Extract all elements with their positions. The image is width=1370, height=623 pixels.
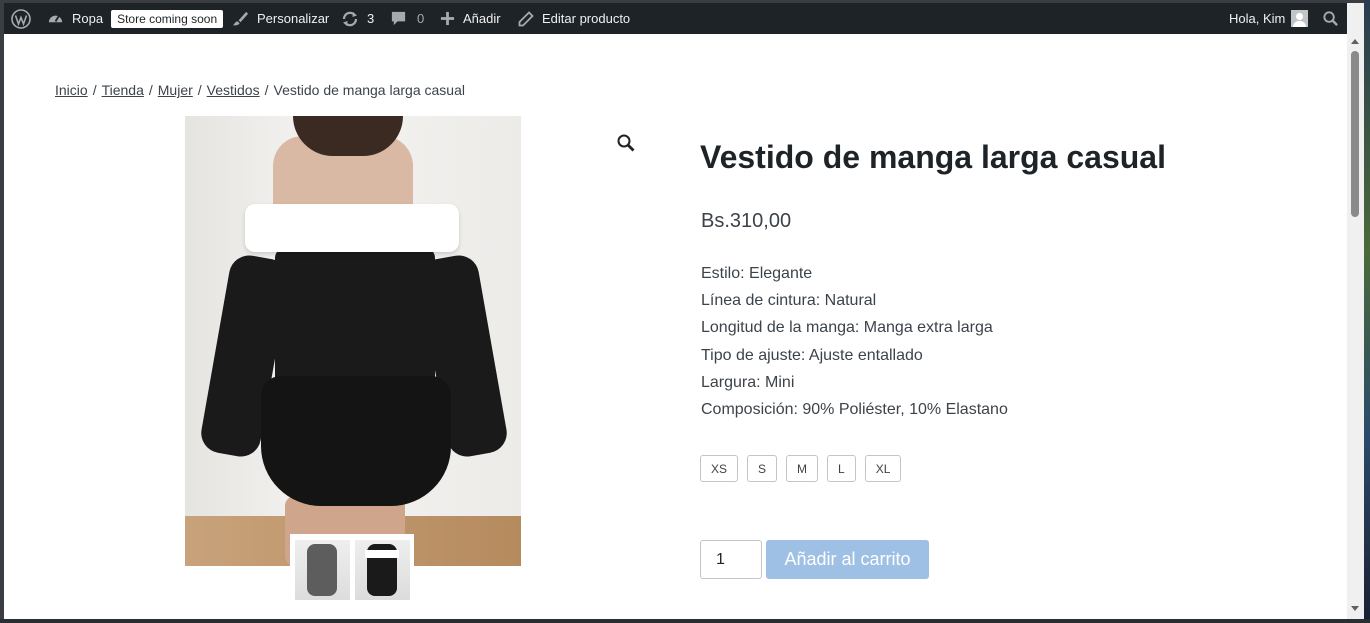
edit-product-label: Editar producto [542, 11, 631, 26]
breadcrumb-separator: / [197, 82, 202, 98]
attribute-length: Largura: Mini [701, 373, 795, 391]
add-to-cart-button[interactable]: Añadir al carrito [766, 540, 929, 579]
attribute-waistline: Línea de cintura: Natural [701, 292, 877, 310]
updates-count: 3 [367, 11, 375, 26]
wordpress-logo-icon[interactable] [11, 3, 33, 34]
desktop-background-edge [1364, 0, 1370, 623]
comments-link[interactable]: 0 [390, 3, 424, 34]
page-scrollbar[interactable] [1347, 3, 1364, 619]
size-option-xs[interactable]: XS [700, 455, 739, 482]
pencil-icon [518, 10, 534, 27]
admin-bar: Ropa Store coming soon Personalizar 3 0 … [4, 3, 1347, 34]
size-selector: XS S M L XL [700, 455, 902, 482]
attribute-composition: Composición: 90% Poliéster, 10% Elastano [701, 401, 1008, 419]
breadcrumb-home-link[interactable]: Inicio [55, 82, 88, 98]
browser-window: Ropa Store coming soon Personalizar 3 0 … [4, 3, 1347, 619]
avatar [1291, 10, 1309, 27]
customize-label: Personalizar [257, 11, 330, 26]
window-bottom-edge [0, 619, 1370, 623]
edit-product-link[interactable]: Editar producto [518, 3, 630, 34]
scroll-up-arrow-icon[interactable] [1351, 39, 1359, 44]
breadcrumb: Inicio / Tienda / Mujer / Vestidos / Vestido de … [55, 82, 465, 98]
greeting-label: Hola, Kim [1229, 11, 1286, 26]
gallery-thumbnail[interactable] [295, 540, 350, 600]
breadcrumb-separator: / [92, 82, 97, 98]
breadcrumb-separator: / [264, 82, 269, 98]
size-option-xl[interactable]: XL [864, 455, 902, 482]
breadcrumb-separator: / [148, 82, 153, 98]
zoom-magnifier-icon[interactable] [616, 133, 638, 155]
updates-link[interactable]: 3 [341, 3, 374, 34]
add-new-label: Añadir [463, 11, 501, 26]
plus-icon [440, 11, 455, 26]
gallery-thumbnails [290, 534, 414, 600]
search-icon [1322, 10, 1339, 27]
search-button[interactable] [1322, 3, 1339, 34]
site-name-menu[interactable]: Ropa Store coming soon [47, 3, 224, 34]
size-option-l[interactable]: L [827, 455, 856, 482]
comment-bubble-icon [390, 10, 407, 27]
dashboard-gauge-icon [47, 10, 64, 27]
breadcrumb-dresses-link[interactable]: Vestidos [207, 82, 260, 98]
attribute-style: Estilo: Elegante [701, 265, 813, 282]
add-new-link[interactable]: Añadir [440, 3, 501, 34]
product-price: Bs.310,00 [701, 210, 792, 232]
breadcrumb-women-link[interactable]: Mujer [158, 82, 193, 98]
product-main-image[interactable] [185, 116, 521, 566]
paintbrush-icon [232, 10, 249, 27]
site-name-label: Ropa [72, 11, 104, 26]
updates-refresh-icon [341, 10, 359, 28]
customize-link[interactable]: Personalizar [232, 3, 329, 34]
gallery-thumbnail-active[interactable] [355, 540, 410, 600]
scrollbar-thumb[interactable] [1351, 51, 1359, 217]
comments-count: 0 [417, 11, 425, 26]
attribute-sleeve-length: Longitud de la manga: Manga extra larga [701, 319, 993, 337]
attribute-fit-type: Tipo de ajuste: Ajuste entallado [701, 346, 923, 364]
breadcrumb-shop-link[interactable]: Tienda [102, 82, 144, 98]
size-option-s[interactable]: S [747, 455, 778, 482]
breadcrumb-current: Vestido de manga larga casual [273, 82, 465, 98]
product-attributes: Estilo: Elegante Línea de cintura: Natur… [701, 260, 1008, 423]
size-option-m[interactable]: M [786, 455, 819, 482]
quantity-input[interactable] [700, 540, 762, 579]
scroll-down-arrow-icon[interactable] [1351, 606, 1359, 611]
store-coming-soon-badge[interactable]: Store coming soon [111, 9, 224, 28]
my-account-menu[interactable]: Hola, Kim [1229, 3, 1309, 34]
product-title: Vestido de manga larga casual [700, 139, 1166, 175]
